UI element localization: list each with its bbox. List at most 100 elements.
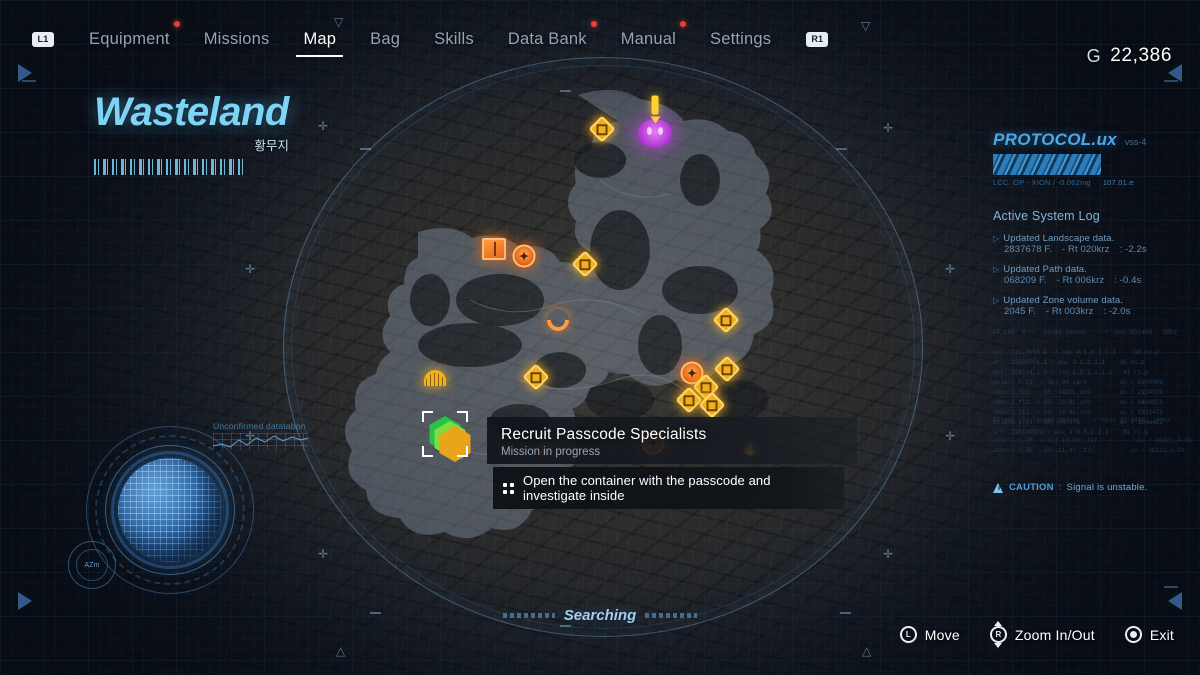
notification-dot bbox=[590, 21, 597, 27]
scan-radius-ring-inner bbox=[291, 65, 915, 629]
tab-label: Missions bbox=[203, 29, 270, 48]
mission-objective-text: Open the container with the passcode and… bbox=[523, 473, 771, 503]
left-bumper-icon[interactable]: L1 bbox=[32, 31, 54, 47]
marker-alert[interactable] bbox=[651, 95, 659, 115]
marker-player-objective[interactable] bbox=[422, 411, 471, 462]
log-entry-rate: - Rt 006krz bbox=[1056, 275, 1105, 286]
circle-button-icon bbox=[1124, 626, 1142, 643]
tab-label: Settings bbox=[710, 29, 772, 48]
page-title: Wasteland bbox=[94, 90, 289, 134]
log-entry-id: 2837678 F. bbox=[1004, 244, 1053, 255]
caution-separator: : bbox=[1058, 482, 1062, 493]
tab-map[interactable]: Map bbox=[286, 19, 353, 59]
log-entry-title: Updated Zone volume data. bbox=[1003, 295, 1124, 306]
protocol-meta-right: 107.01.e bbox=[1102, 178, 1134, 187]
selection-brackets bbox=[422, 411, 468, 457]
system-log-heading: Active System Log bbox=[993, 209, 1100, 223]
unconfirmed-data-widget: Unconfirmed datatabon bbox=[213, 421, 308, 450]
right-stick-icon: R bbox=[989, 621, 1007, 648]
tab-bag[interactable]: Bag bbox=[353, 19, 417, 59]
system-log-entry: ▷ Updated Zone volume data. 2045 F. - Rt 00… bbox=[985, 295, 1200, 317]
protocol-title: PROTOCOL.ux bbox=[993, 130, 1117, 149]
log-entry-id: 2045 F. bbox=[1004, 306, 1036, 317]
marker-diamond[interactable] bbox=[522, 363, 550, 391]
top-navigation-bar[interactable]: L1 Equipment Missions Map Bag Skills Data Ban… bbox=[0, 0, 1200, 78]
nav-tab-list[interactable]: Equipment Missions Map Bag Skills Data Bank Ma… bbox=[72, 19, 788, 59]
log-bullet-icon: ▷ bbox=[993, 296, 1000, 305]
objective-marker-icon bbox=[503, 482, 514, 494]
tab-data-bank[interactable]: Data Bank bbox=[491, 19, 604, 59]
log-entry-title: Updated Path data. bbox=[1003, 264, 1087, 275]
hint-exit[interactable]: Exit bbox=[1124, 626, 1174, 643]
searching-label: Searching bbox=[563, 607, 637, 624]
tab-manual[interactable]: Manual bbox=[604, 19, 693, 59]
marker-diamond[interactable] bbox=[571, 250, 599, 278]
log-entry-delta: : -0.4s bbox=[1114, 275, 1142, 286]
marker-diamond[interactable] bbox=[713, 355, 741, 383]
marker-crescent[interactable] bbox=[542, 304, 574, 336]
tab-label: Data Bank bbox=[507, 29, 587, 48]
barcode-decoration bbox=[94, 159, 244, 175]
marker-diamond[interactable] bbox=[712, 306, 740, 334]
tab-label: Map bbox=[303, 29, 337, 48]
protocol-progress-bar bbox=[993, 154, 1101, 175]
telemetry-dump-secondary: FF PHB -1 sysmd.connec -r /pxc 20.1440 2… bbox=[993, 417, 1192, 455]
tab-skills[interactable]: Skills bbox=[417, 19, 491, 59]
mission-status: Mission in progress bbox=[501, 446, 601, 458]
log-entry-title-row: ▷ Updated Landscape data. bbox=[993, 233, 1200, 244]
hint-move[interactable]: L Move bbox=[899, 626, 960, 643]
radar-mini-dial-label: AZm bbox=[84, 561, 100, 569]
edge-tick-left-top bbox=[22, 80, 36, 82]
mission-title: Recruit Passcode Specialists bbox=[501, 426, 707, 443]
log-entry-detail-row: 068209 F. - Rt 006krz : -0.4s bbox=[993, 275, 1200, 286]
notification-dot bbox=[680, 21, 687, 27]
waveform-graph bbox=[213, 433, 308, 450]
tab-settings[interactable]: Settings bbox=[693, 19, 788, 59]
searching-dash-left bbox=[502, 613, 555, 618]
marker-objective-circle[interactable]: ✦ bbox=[512, 244, 536, 268]
searching-status: Searching bbox=[0, 607, 1200, 624]
caution-label: CAUTION bbox=[1009, 482, 1054, 493]
caution-banner: CAUTION : Signal is unstable. bbox=[993, 482, 1147, 493]
system-log-entry: ▷ Updated Path data. 068209 F. - Rt 006krz:… bbox=[985, 264, 1200, 286]
system-log-list: ▷ Updated Landscape data. 2837678 F. - Rt 0… bbox=[985, 233, 1200, 317]
control-hints[interactable]: L Move R Zoom In/Out Exit bbox=[899, 621, 1174, 648]
marker-fan[interactable] bbox=[424, 370, 446, 386]
searching-dash-right bbox=[645, 613, 698, 618]
log-bullet-icon: ▷ bbox=[993, 234, 1000, 243]
waveform-line bbox=[213, 435, 308, 448]
right-bumper-icon[interactable]: R1 bbox=[806, 31, 829, 47]
protocol-version: vss-4 bbox=[1124, 137, 1147, 147]
protocol-meta: LCC. OP - XION / -0.062mg 107.01.e bbox=[985, 178, 1200, 187]
log-entry-delta: : -2.2s bbox=[1119, 244, 1147, 255]
protocol-panel: PROTOCOL.ux vss-4 LCC. OP - XION / -0.06… bbox=[985, 130, 1200, 550]
log-bullet-icon: ▷ bbox=[993, 265, 1000, 274]
scan-radius-ring bbox=[283, 57, 923, 637]
globe-highlight bbox=[117, 458, 222, 562]
tab-label: Skills bbox=[434, 29, 474, 48]
tab-equipment[interactable]: Equipment bbox=[72, 19, 187, 59]
log-entry-title: Updated Landscape data. bbox=[1003, 233, 1115, 244]
region-title-block: Wasteland 황무지 bbox=[94, 92, 289, 175]
mission-tooltip[interactable]: Recruit Passcode Specialists Mission in … bbox=[487, 417, 857, 509]
tab-label: Bag bbox=[370, 29, 401, 48]
caution-message: Signal is unstable. bbox=[1066, 482, 1148, 493]
system-log-entry: ▷ Updated Landscape data. 2837678 F. - Rt 0… bbox=[985, 233, 1200, 255]
marker-container[interactable] bbox=[482, 238, 506, 260]
active-tab-underline bbox=[296, 55, 344, 57]
protocol-header: PROTOCOL.ux vss-4 bbox=[985, 130, 1200, 150]
tab-missions[interactable]: Missions bbox=[187, 19, 287, 59]
log-entry-title-row: ▷ Updated Path data. bbox=[993, 264, 1200, 275]
edge-tick-right-bottom bbox=[1164, 586, 1178, 588]
marker-diamond[interactable] bbox=[588, 115, 616, 143]
hint-label: Zoom In/Out bbox=[1014, 626, 1095, 643]
warning-triangle-icon bbox=[993, 482, 1004, 493]
log-entry-id: 068209 F. bbox=[1004, 275, 1047, 286]
log-entry-detail-row: 2045 F. - Rt 003krz: -2.0s bbox=[993, 306, 1200, 317]
region-subtitle: 황무지 bbox=[254, 139, 289, 153]
protocol-meta-left: LCC. OP - XION / -0.062mg bbox=[993, 178, 1091, 187]
log-entry-detail-row: 2837678 F. - Rt 020krz: -2.2s bbox=[993, 244, 1200, 255]
hint-zoom-in-out[interactable]: R Zoom In/Out bbox=[989, 621, 1095, 648]
mission-objective-row: Open the container with the passcode and… bbox=[493, 467, 844, 509]
left-stick-icon: L bbox=[899, 626, 917, 643]
